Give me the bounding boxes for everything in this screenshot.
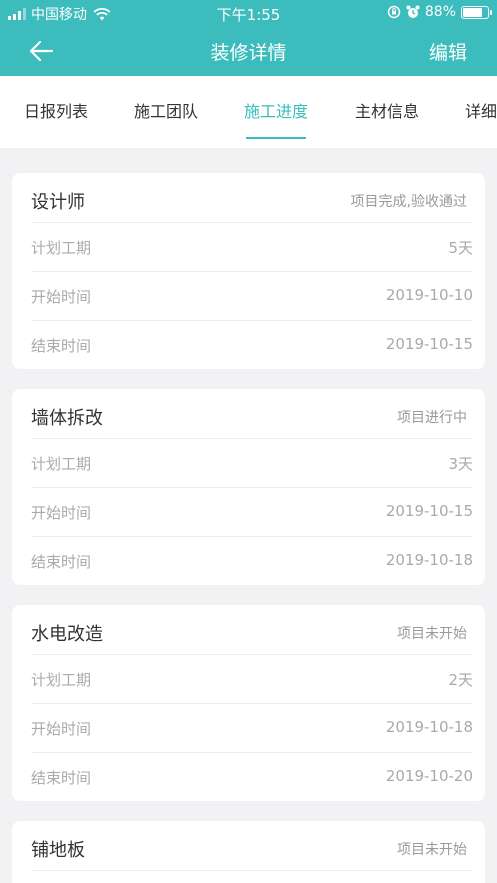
stage-title: 设计师 (31, 192, 85, 213)
end-date-row: 结束时间 2019-10-15 (31, 321, 473, 369)
row-label: 计划工期 (31, 239, 92, 257)
stage-card[interactable]: 水电改造 项目未开始 计划工期 2天 开始时间 2019-10-18 结束时间 … (12, 605, 485, 801)
end-date-row: 结束时间 2019-10-20 (31, 753, 473, 801)
row-value: 2019-10-20 (385, 767, 473, 785)
row-label: 开始时间 (31, 720, 92, 738)
row-label: 计划工期 (31, 455, 92, 473)
row-value: 2天 (448, 671, 473, 689)
end-date-row: 结束时间 2019-10-18 (31, 537, 473, 585)
row-label: 计划工期 (31, 671, 92, 689)
alarm-icon (406, 5, 420, 18)
tab-bar: 日报列表 施工团队 施工进度 主材信息 详细 (0, 76, 497, 148)
row-label: 结束时间 (31, 769, 92, 787)
nav-bar: 装修详情 编辑 (0, 26, 497, 76)
stage-title: 墙体拆改 (31, 408, 103, 429)
battery-percent: 88% (424, 4, 456, 20)
start-date-row: 开始时间 2019-10-15 (31, 488, 473, 537)
tab-construction-progress[interactable]: 施工进度 (244, 98, 308, 122)
active-tab-indicator (246, 137, 306, 139)
planned-duration-row: 计划工期 2天 (31, 655, 473, 704)
row-value: 2019-10-10 (385, 286, 473, 304)
row-value: 2019-10-15 (385, 502, 473, 520)
stage-card[interactable]: 墙体拆改 项目进行中 计划工期 3天 开始时间 2019-10-15 结束时间 … (12, 389, 485, 585)
stage-header: 水电改造 项目未开始 (31, 605, 473, 655)
stage-status: 项目未开始 (397, 842, 467, 858)
stage-card[interactable]: 铺地板 项目未开始 (12, 821, 485, 883)
page-title: 装修详情 (210, 42, 287, 64)
edit-button[interactable]: 编辑 (429, 38, 467, 65)
row-value: 3天 (448, 455, 473, 473)
status-bar: 中国移动 下午1:55 88% (0, 0, 497, 26)
stage-header: 铺地板 项目未开始 (31, 821, 473, 871)
row-label: 结束时间 (31, 553, 92, 571)
row-value: 2019-10-18 (385, 551, 473, 569)
start-date-row: 开始时间 2019-10-10 (31, 272, 473, 321)
row-label: 开始时间 (31, 288, 92, 306)
battery-fill (463, 7, 482, 17)
stage-header: 设计师 项目完成,验收通过 (31, 173, 473, 223)
row-value: 2019-10-15 (385, 335, 473, 353)
tab-construction-team[interactable]: 施工团队 (134, 98, 198, 122)
row-value: 5天 (448, 239, 473, 257)
tab-details[interactable]: 详细 (465, 98, 497, 122)
tab-material-info[interactable]: 主材信息 (355, 98, 419, 122)
rotation-lock-icon (387, 5, 401, 19)
row-label: 开始时间 (31, 504, 92, 522)
stage-status: 项目完成,验收通过 (350, 194, 467, 210)
battery-icon (461, 5, 492, 19)
stage-header: 墙体拆改 项目进行中 (31, 389, 473, 439)
planned-duration-row: 计划工期 5天 (31, 223, 473, 272)
tab-daily-reports[interactable]: 日报列表 (24, 98, 88, 122)
stage-title: 铺地板 (31, 840, 85, 861)
stage-status: 项目未开始 (397, 626, 467, 642)
stage-status: 项目进行中 (397, 410, 467, 426)
planned-duration-row: 计划工期 3天 (31, 439, 473, 488)
stage-card[interactable]: 设计师 项目完成,验收通过 计划工期 5天 开始时间 2019-10-10 结束… (12, 173, 485, 369)
stage-title: 水电改造 (31, 624, 103, 645)
start-date-row: 开始时间 2019-10-18 (31, 704, 473, 753)
row-value: 2019-10-18 (385, 718, 473, 736)
row-label: 结束时间 (31, 337, 92, 355)
